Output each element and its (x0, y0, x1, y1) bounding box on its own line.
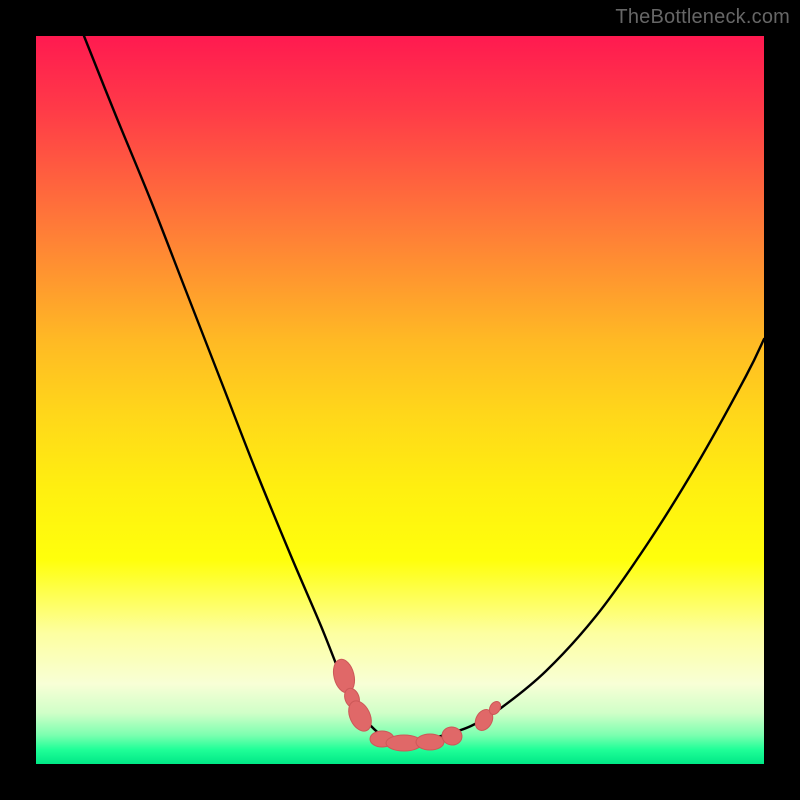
chart-frame: TheBottleneck.com (0, 0, 800, 800)
curve-marker-5 (416, 734, 444, 750)
plot-area (36, 36, 764, 764)
curve-layer (36, 36, 764, 764)
bottleneck-curve (84, 36, 764, 740)
watermark-text: TheBottleneck.com (615, 6, 790, 29)
marker-group (330, 657, 503, 751)
